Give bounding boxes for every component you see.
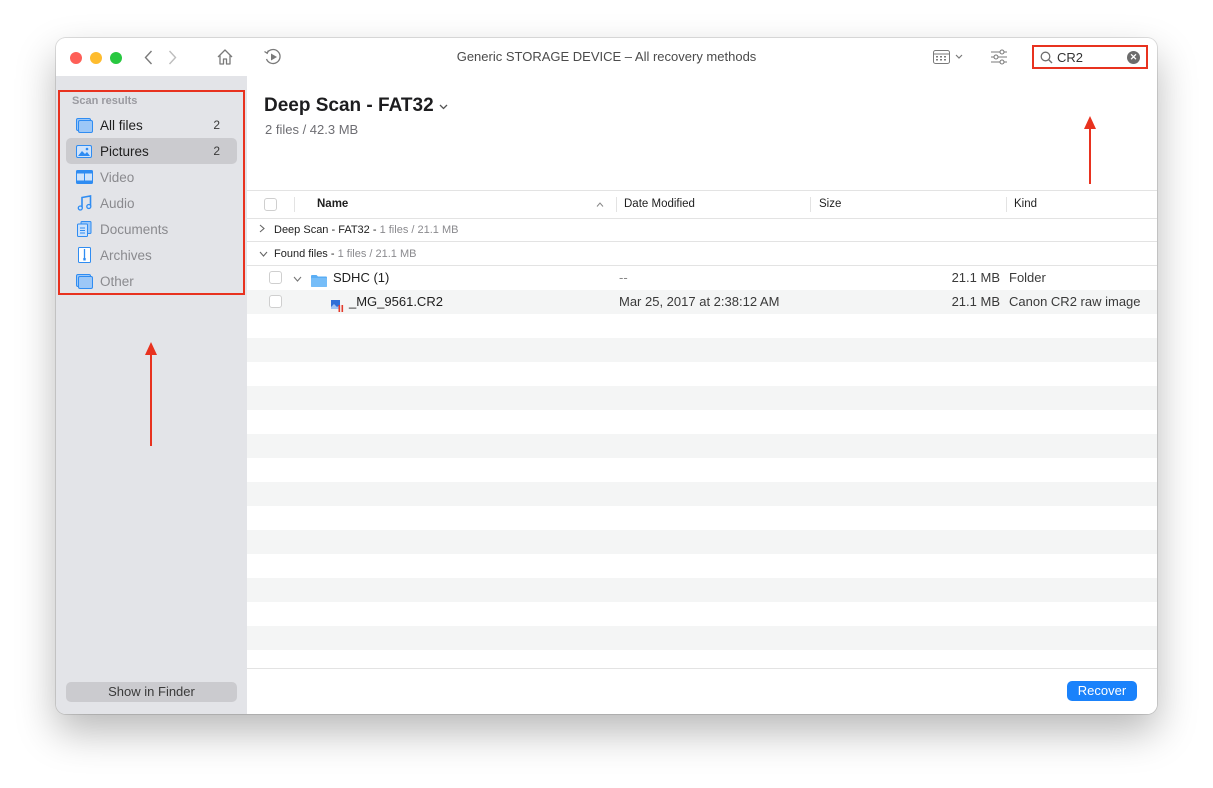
scan-results-list: All files 2 Pictures 2 Video Audio Docum… (66, 112, 237, 294)
sidebar-item-other[interactable]: Other (66, 268, 237, 294)
item-count: 2 (213, 118, 220, 132)
column-date-modified[interactable]: Date Modified (624, 191, 695, 218)
empty-row (247, 314, 1157, 338)
sidebar-item-label: Audio (100, 195, 135, 211)
row-checkbox[interactable] (269, 271, 282, 284)
column-size[interactable]: Size (819, 191, 841, 218)
empty-row (247, 554, 1157, 578)
search-icon (1040, 51, 1053, 64)
empty-row (247, 410, 1157, 434)
group-row-deep-scan[interactable]: Deep Scan - FAT32 - 1 files / 21.1 MB (247, 219, 1157, 242)
empty-row (247, 506, 1157, 530)
empty-row (247, 482, 1157, 506)
file-size: 21.1 MB (951, 270, 1000, 285)
select-all-checkbox[interactable] (264, 198, 277, 211)
scan-title-dropdown[interactable]: Deep Scan - FAT32 (264, 95, 448, 117)
empty-row (247, 626, 1157, 650)
other-icon (75, 273, 93, 289)
bottom-bar: Recover (247, 668, 1157, 714)
pictures-icon (75, 143, 93, 159)
sidebar-item-documents[interactable]: Documents (66, 216, 237, 242)
filter-sliders-icon[interactable] (988, 46, 1010, 68)
scan-summary: 2 files / 42.3 MB (265, 122, 359, 137)
empty-row (247, 434, 1157, 458)
sidebar-item-pictures[interactable]: Pictures 2 (66, 138, 237, 164)
sidebar-item-label: Pictures (100, 143, 149, 159)
all-files-icon (75, 117, 93, 133)
sidebar-item-all-files[interactable]: All files 2 (66, 112, 237, 138)
empty-row (247, 338, 1157, 362)
column-kind[interactable]: Kind (1014, 191, 1037, 218)
file-size: 21.1 MB (951, 294, 1000, 309)
file-date: -- (619, 270, 628, 285)
sidebar-item-label: Video (100, 169, 135, 185)
show-in-finder-button[interactable]: Show in Finder (66, 682, 237, 702)
audio-icon (75, 195, 93, 211)
view-mode-dropdown[interactable] (932, 46, 968, 68)
sidebar-item-video[interactable]: Video (66, 164, 237, 190)
file-name: SDHC (1) (333, 270, 390, 285)
empty-row (247, 578, 1157, 602)
raw-image-icon (331, 296, 344, 320)
empty-row (247, 458, 1157, 482)
sidebar-item-label: All files (100, 117, 143, 133)
file-date: Mar 25, 2017 at 2:38:12 AM (619, 294, 780, 309)
titlebar: Generic STORAGE DEVICE – All recovery me… (56, 38, 1157, 76)
chevron-right-icon (259, 220, 269, 242)
main-panel: Deep Scan - FAT32 2 files / 42.3 MB Name… (247, 76, 1157, 714)
column-header: Name Date Modified Size Kind (247, 190, 1157, 219)
file-kind: Folder (1009, 270, 1046, 285)
file-name: _MG_9561.CR2 (349, 294, 443, 309)
chevron-down-icon (259, 244, 269, 266)
video-icon (75, 169, 93, 185)
expand-chevron-icon[interactable] (293, 266, 302, 290)
recover-button[interactable]: Recover (1067, 681, 1137, 701)
empty-row (247, 386, 1157, 410)
row-checkbox[interactable] (269, 295, 282, 308)
sidebar-item-label: Archives (100, 247, 152, 263)
archives-icon (75, 247, 93, 263)
sidebar-heading: Scan results (72, 95, 138, 107)
group-row-found-files[interactable]: Found files - 1 files / 21.1 MB (247, 243, 1157, 266)
clear-search-icon[interactable]: ✕ (1127, 50, 1140, 64)
empty-row (247, 602, 1157, 626)
sidebar-item-label: Other (100, 273, 134, 289)
empty-row (247, 530, 1157, 554)
search-input[interactable] (1057, 49, 1117, 65)
app-window: Generic STORAGE DEVICE – All recovery me… (56, 38, 1157, 714)
sidebar-item-archives[interactable]: Archives (66, 242, 237, 268)
sidebar-item-label: Documents (100, 221, 169, 237)
sidebar: Scan results All files 2 Pictures 2 Vide… (56, 76, 247, 714)
documents-icon (75, 221, 93, 237)
group-title: Found files - (274, 248, 335, 260)
chevron-down-icon (439, 101, 448, 113)
scan-title: Deep Scan - FAT32 (264, 95, 434, 116)
file-kind: Canon CR2 raw image (1009, 294, 1141, 309)
empty-row (247, 362, 1157, 386)
table-row[interactable]: SDHC (1) -- 21.1 MB Folder (247, 266, 1157, 290)
sidebar-item-audio[interactable]: Audio (66, 190, 237, 216)
sort-ascending-icon[interactable] (596, 191, 604, 218)
search-field[interactable]: ✕ (1032, 45, 1148, 69)
column-name[interactable]: Name (317, 191, 348, 218)
annotation-arrow-icon (1084, 116, 1096, 184)
group-meta: 1 files / 21.1 MB (379, 224, 459, 236)
table-row[interactable]: _MG_9561.CR2 Mar 25, 2017 at 2:38:12 AM … (247, 290, 1157, 314)
item-count: 2 (213, 144, 220, 158)
group-title: Deep Scan - FAT32 - (274, 224, 377, 236)
annotation-arrow-icon (145, 342, 157, 446)
group-meta: 1 files / 21.1 MB (337, 248, 417, 260)
